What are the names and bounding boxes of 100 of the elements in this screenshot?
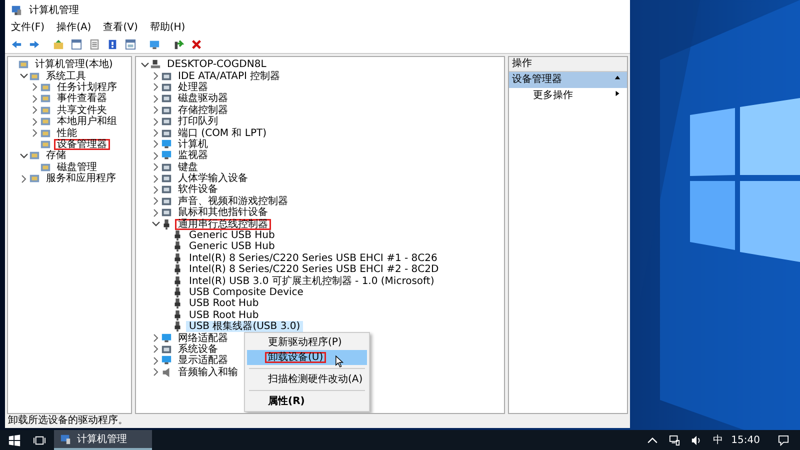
expand-chevron-icon[interactable] xyxy=(151,208,161,218)
expand-chevron-icon[interactable] xyxy=(151,184,161,195)
clock[interactable]: 15:40 xyxy=(731,432,760,448)
expand-chevron-icon[interactable] xyxy=(151,150,161,161)
window-icon[interactable] xyxy=(125,39,136,50)
tree-item[interactable]: 端口 (COM 和 LPT) xyxy=(175,128,270,139)
folder-up-icon[interactable] xyxy=(53,39,64,50)
collapse-arrow-icon[interactable] xyxy=(614,74,621,81)
tree-item[interactable]: 系统设备 xyxy=(175,344,221,355)
tree-item[interactable]: Generic USB Hub xyxy=(186,230,278,242)
network-icon[interactable] xyxy=(669,434,680,446)
tree-item[interactable]: Intel(R) 8 Series/C220 Series USB EHCI #1 - 8C26 xyxy=(186,252,440,264)
monitor-icon[interactable] xyxy=(149,39,160,50)
tree-item[interactable]: 打印队列 xyxy=(175,116,221,128)
expand-chevron-icon[interactable] xyxy=(151,94,161,104)
device-icon xyxy=(161,116,172,128)
usb-plug-icon xyxy=(172,321,183,332)
menu-item[interactable]: 文件(F) xyxy=(7,21,49,35)
usb-plug-icon xyxy=(161,218,172,230)
menu-item[interactable]: 卸载设备(U) xyxy=(247,350,367,365)
tree-item[interactable]: 计算机 xyxy=(175,138,211,150)
menu-item[interactable]: 操作(A) xyxy=(52,21,96,35)
tree-item[interactable]: 服务和应用程序 xyxy=(43,173,119,184)
expand-chevron-icon[interactable] xyxy=(151,82,161,92)
expand-chevron-icon[interactable] xyxy=(151,196,161,206)
expand-chevron-icon[interactable] xyxy=(30,105,40,116)
taskbar-app-button[interactable]: 计算机管理 xyxy=(54,430,152,450)
speaker-icon xyxy=(161,366,172,378)
expand-chevron-icon[interactable] xyxy=(151,162,161,172)
tree-item[interactable]: DESKTOP-COGDN8L xyxy=(164,59,270,70)
expand-chevron-icon[interactable] xyxy=(151,116,161,127)
tree-item[interactable]: 本地用户和组 xyxy=(54,116,120,128)
tree-item[interactable]: 声音、视频和游戏控制器 xyxy=(175,196,291,207)
task-view-icon[interactable] xyxy=(33,434,46,446)
tree-item[interactable]: 键盘 xyxy=(175,162,201,173)
window-title: 计算机管理 xyxy=(29,4,79,18)
console-tree-icon[interactable] xyxy=(71,39,82,50)
expand-chevron-icon[interactable] xyxy=(151,139,161,150)
actions-header: 操作 xyxy=(509,57,627,72)
tree-item[interactable]: 设备管理器 xyxy=(54,138,110,150)
tree-item[interactable]: 鼠标和其他指针设备 xyxy=(175,207,271,218)
volume-icon[interactable] xyxy=(691,434,702,446)
expand-chevron-icon[interactable] xyxy=(30,116,40,127)
expand-chevron-icon[interactable] xyxy=(151,344,161,354)
delete-icon[interactable] xyxy=(191,39,202,50)
menu-item[interactable]: 帮助(H) xyxy=(146,21,190,35)
menu-item[interactable]: 更新驱动程序(P) xyxy=(247,335,367,350)
back-arrow-icon[interactable] xyxy=(11,39,22,50)
tree-item[interactable]: 通用串行总线控制器 xyxy=(175,218,271,230)
expand-chevron-icon[interactable] xyxy=(151,333,161,344)
expand-chevron-icon[interactable] xyxy=(151,356,161,366)
expand-chevron-icon[interactable] xyxy=(151,367,161,378)
tree-item[interactable]: 显示适配器 xyxy=(175,355,231,366)
collapse-chevron-icon[interactable] xyxy=(140,60,150,70)
tree-item[interactable]: 系统工具 xyxy=(43,70,89,82)
ime-indicator[interactable]: 中 xyxy=(713,432,724,448)
tree-item[interactable]: Generic USB Hub xyxy=(186,241,278,252)
enable-device-icon[interactable] xyxy=(173,39,184,50)
expand-chevron-icon[interactable] xyxy=(19,174,29,184)
expand-chevron-icon[interactable] xyxy=(30,128,40,138)
menu-item[interactable]: 扫描检测硬件改动(A) xyxy=(247,372,367,387)
tree-item[interactable]: 人体学输入设备 xyxy=(175,173,251,184)
expand-chevron-icon[interactable] xyxy=(151,71,161,82)
menu-item[interactable]: 属性(R) xyxy=(247,394,367,409)
tree-item[interactable]: USB Root Hub xyxy=(186,310,262,321)
collapse-chevron-icon[interactable] xyxy=(19,150,29,161)
tree-item[interactable]: 磁盘管理 xyxy=(54,162,100,173)
tree-item[interactable]: 音频输入和输 xyxy=(175,366,241,378)
tree-item[interactable]: USB Composite Device xyxy=(186,287,306,298)
tree-item[interactable]: 监视器 xyxy=(175,150,211,162)
expand-chevron-icon[interactable] xyxy=(151,128,161,138)
tree-item[interactable]: IDE ATA/ATAPI 控制器 xyxy=(175,70,284,82)
usb-plug-icon xyxy=(172,276,183,287)
tree-item[interactable]: 网络适配器 xyxy=(175,332,231,344)
tree-item[interactable]: 计算机管理(本地) xyxy=(32,59,116,70)
expand-chevron-icon[interactable] xyxy=(30,94,40,104)
tree-item[interactable]: Intel(R) 8 Series/C220 Series USB EHCI #2 - 8C2D xyxy=(186,264,442,276)
tree-item[interactable]: 软件设备 xyxy=(175,184,221,196)
tree-item[interactable]: USB 根集线器(USB 3.0) xyxy=(186,321,304,332)
device-icon xyxy=(161,196,172,207)
tree-item[interactable]: Intel(R) USB 3.0 可扩展主机控制器 - 1.0 (Microsoft) xyxy=(186,276,438,287)
expand-chevron-icon[interactable] xyxy=(30,82,40,92)
action-link[interactable]: 更多操作 xyxy=(533,90,573,102)
properties-icon[interactable] xyxy=(89,39,100,50)
tree-item[interactable]: 存储控制器 xyxy=(175,104,231,116)
expand-chevron-icon[interactable] xyxy=(151,174,161,184)
tree-item[interactable]: 性能 xyxy=(54,128,80,139)
tree-item[interactable]: 任务计划程序 xyxy=(54,82,120,93)
device-icon xyxy=(161,344,172,355)
notification-icon[interactable] xyxy=(778,434,789,446)
tree-item[interactable]: 共享文件夹 xyxy=(54,104,110,116)
tree-item[interactable]: 处理器 xyxy=(175,82,211,93)
tree-item[interactable]: USB Root Hub xyxy=(186,298,262,310)
menu-item[interactable]: 查看(V) xyxy=(99,21,142,35)
tree-item[interactable]: 存储 xyxy=(43,150,69,162)
start-icon[interactable] xyxy=(8,434,21,446)
tree-item[interactable]: 磁盘驱动器 xyxy=(175,93,231,104)
tree-item[interactable]: 事件查看器 xyxy=(54,93,110,104)
forward-arrow-icon[interactable] xyxy=(29,39,40,50)
expand-chevron-icon[interactable] xyxy=(151,105,161,116)
